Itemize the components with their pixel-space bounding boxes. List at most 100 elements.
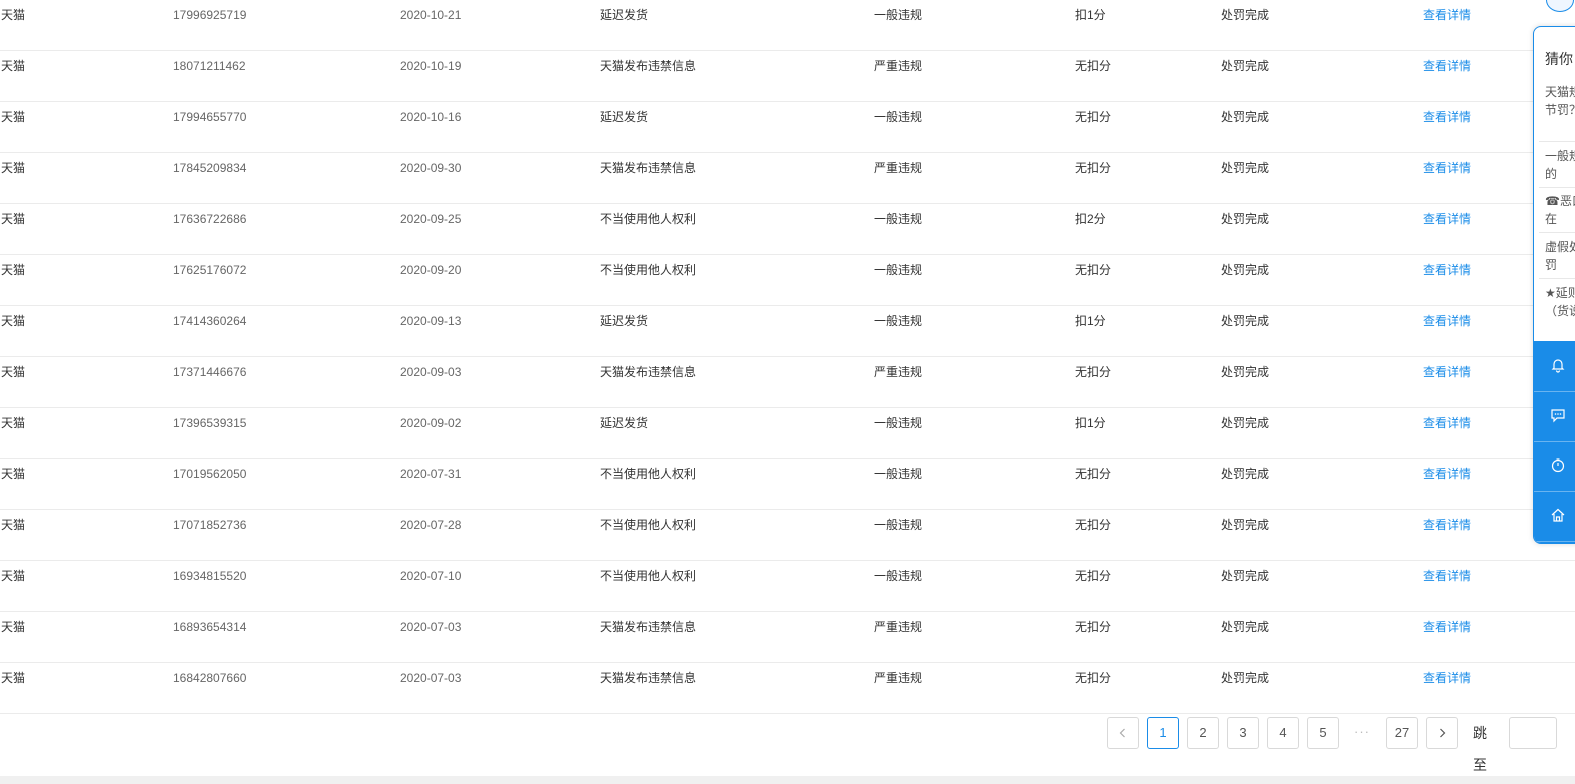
chevron-left-icon (1119, 728, 1125, 737)
points-cell: 无扣分 (1075, 110, 1112, 124)
page-1-button[interactable]: 1 (1147, 717, 1179, 749)
points-cell: 无扣分 (1075, 263, 1112, 277)
jump-page-input[interactable] (1509, 717, 1557, 749)
date-cell: 2020-07-31 (400, 467, 462, 481)
penalty-table: 天猫 17996925719 2020-10-21 延迟发货 一般违规 扣1分 处罚完成 查看… (0, 0, 1575, 714)
page-2-button[interactable]: 2 (1187, 717, 1219, 749)
help-panel-title: 猜你 (1545, 51, 1573, 67)
view-details-link[interactable]: 查看详情 (1423, 357, 1471, 407)
table-row: 天猫 17071852736 2020-07-28 不当使用他人权利 一般违规 无扣分 处罚… (0, 510, 1575, 561)
page-4-button[interactable]: 4 (1267, 717, 1299, 749)
violation-type-cell: 天猫发布违禁信息 (600, 161, 697, 175)
home-button[interactable] (1534, 491, 1575, 542)
page-last-button[interactable]: 27 (1386, 717, 1418, 749)
view-details-link[interactable]: 查看详情 (1423, 510, 1471, 560)
platform-cell: 天猫 (1, 671, 26, 685)
severity-cell: 严重违规 (874, 671, 923, 685)
page-ellipsis[interactable]: ··· (1347, 717, 1377, 749)
violation-type-cell: 不当使用他人权利 (600, 212, 697, 226)
violation-type-cell: 天猫发布违禁信息 (600, 59, 697, 73)
platform-cell: 天猫 (1, 467, 26, 481)
platform-cell: 天猫 (1, 212, 26, 226)
platform-cell: 天猫 (1, 263, 26, 277)
table-row: 天猫 17396539315 2020-09-02 延迟发货 一般违规 扣1分 处罚完成 查看… (0, 408, 1575, 459)
points-cell: 无扣分 (1075, 620, 1112, 634)
view-details-link[interactable]: 查看详情 (1423, 408, 1471, 458)
status-cell: 处罚完成 (1221, 263, 1270, 277)
status-cell: 处罚完成 (1221, 59, 1270, 73)
view-details-link[interactable]: 查看详情 (1423, 255, 1471, 305)
page-5-button[interactable]: 5 (1307, 717, 1339, 749)
date-cell: 2020-09-13 (400, 314, 462, 328)
status-cell: 处罚完成 (1221, 365, 1270, 379)
severity-cell: 严重违规 (874, 161, 923, 175)
page-footer-strip (0, 776, 1575, 784)
date-cell: 2020-09-03 (400, 365, 462, 379)
violation-type-cell: 天猫发布违禁信息 (600, 671, 697, 685)
violation-type-cell: 天猫发布违禁信息 (600, 620, 697, 634)
notification-button[interactable] (1534, 341, 1575, 392)
view-details-link[interactable]: 查看详情 (1423, 459, 1471, 509)
points-cell: 扣1分 (1075, 8, 1106, 22)
platform-cell: 天猫 (1, 314, 26, 328)
order-id-cell: 17625176072 (173, 263, 247, 277)
date-cell: 2020-07-03 (400, 671, 462, 685)
date-cell: 2020-09-30 (400, 161, 462, 175)
platform-cell: 天猫 (1, 59, 26, 73)
date-cell: 2020-09-25 (400, 212, 462, 226)
points-cell: 无扣分 (1075, 59, 1112, 73)
view-details-link[interactable]: 查看详情 (1423, 612, 1471, 662)
view-details-link[interactable]: 查看详情 (1423, 561, 1471, 611)
help-question-5[interactable]: ★延则（货说 (1545, 284, 1575, 338)
table-row: 天猫 17019562050 2020-07-31 不当使用他人权利 一般违规 无扣分 处罚… (0, 459, 1575, 510)
severity-cell: 严重违规 (874, 620, 923, 634)
severity-cell: 一般违规 (874, 110, 923, 124)
date-cell: 2020-10-19 (400, 59, 462, 73)
date-cell: 2020-09-02 (400, 416, 462, 430)
view-details-link[interactable]: 查看详情 (1423, 51, 1471, 101)
page-3-button[interactable]: 3 (1227, 717, 1259, 749)
table-row: 天猫 17371446676 2020-09-03 天猫发布违禁信息 严重违规 无扣分 处罚… (0, 357, 1575, 408)
view-details-link[interactable]: 查看详情 (1423, 306, 1471, 356)
view-details-link[interactable]: 查看详情 (1423, 102, 1471, 152)
order-id-cell: 17414360264 (173, 314, 247, 328)
view-details-link[interactable]: 查看详情 (1423, 204, 1471, 254)
order-id-cell: 17371446676 (173, 365, 247, 379)
help-question-3[interactable]: ☎恶口在 (1545, 192, 1575, 228)
table-row: 天猫 16893654314 2020-07-03 天猫发布违禁信息 严重违规 无扣分 处罚… (0, 612, 1575, 663)
status-cell: 处罚完成 (1221, 620, 1270, 634)
message-button[interactable] (1534, 391, 1575, 442)
status-cell: 处罚完成 (1221, 110, 1270, 124)
view-details-link[interactable]: 查看详情 (1423, 153, 1471, 203)
points-cell: 无扣分 (1075, 518, 1112, 532)
severity-cell: 一般违规 (874, 518, 923, 532)
severity-cell: 一般违规 (874, 212, 923, 226)
prev-page-button[interactable] (1107, 717, 1139, 749)
date-cell: 2020-10-21 (400, 8, 462, 22)
table-row: 天猫 17994655770 2020-10-16 延迟发货 一般违规 无扣分 处罚完成 查看… (0, 102, 1575, 153)
bell-icon (1551, 359, 1565, 373)
platform-cell: 天猫 (1, 161, 26, 175)
help-question-2[interactable]: 一般规的 (1545, 147, 1575, 183)
table-row: 天猫 16934815520 2020-07-10 不当使用他人权利 一般违规 无扣分 处罚… (0, 561, 1575, 612)
view-details-link[interactable]: 查看详情 (1423, 663, 1471, 713)
table-row: 天猫 17996925719 2020-10-21 延迟发货 一般违规 扣1分 处罚完成 查看… (0, 0, 1575, 51)
points-cell: 无扣分 (1075, 467, 1112, 481)
help-question-4[interactable]: 虚假处罚 (1545, 238, 1575, 274)
severity-cell: 一般违规 (874, 8, 923, 22)
order-id-cell: 18071211462 (173, 59, 246, 73)
violation-type-cell: 延迟发货 (600, 314, 649, 328)
severity-cell: 一般违规 (874, 263, 923, 277)
order-id-cell: 17994655770 (173, 110, 247, 124)
next-page-button[interactable] (1426, 717, 1458, 749)
points-cell: 无扣分 (1075, 161, 1112, 175)
platform-cell: 天猫 (1, 416, 26, 430)
history-button[interactable] (1534, 441, 1575, 492)
view-details-link[interactable]: 查看详情 (1423, 0, 1471, 50)
violation-type-cell: 不当使用他人权利 (600, 467, 697, 481)
table-row: 天猫 16842807660 2020-07-03 天猫发布违禁信息 严重违规 无扣分 处罚… (0, 663, 1575, 714)
date-cell: 2020-09-20 (400, 263, 462, 277)
status-cell: 处罚完成 (1221, 671, 1270, 685)
help-question-1[interactable]: 天猫规节罚？ (1545, 83, 1575, 137)
points-cell: 扣2分 (1075, 212, 1106, 226)
